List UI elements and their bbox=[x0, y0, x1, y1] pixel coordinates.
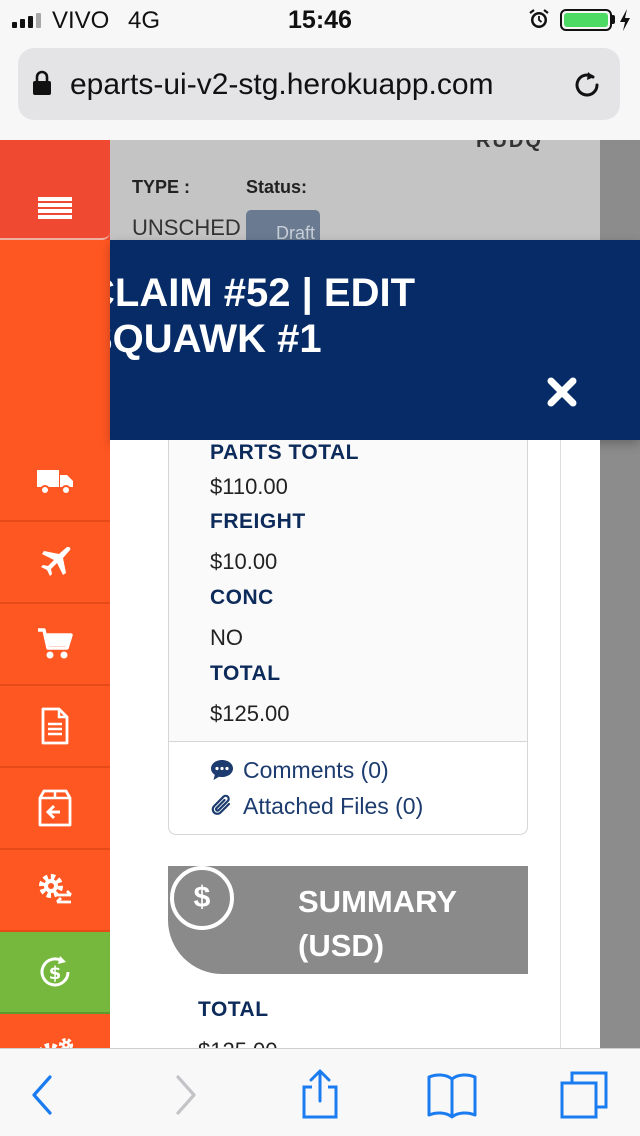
sidebar-item-settings[interactable] bbox=[0, 1014, 110, 1048]
total-value: $125.00 bbox=[210, 701, 290, 726]
bookmarks-button[interactable] bbox=[424, 1067, 480, 1123]
return-box-icon bbox=[38, 789, 72, 827]
freight-value: $10.00 bbox=[210, 549, 278, 574]
modal-title-line-1: CLAIM #52 | EDIT bbox=[110, 271, 416, 315]
svg-text:$: $ bbox=[49, 963, 62, 984]
truck-icon bbox=[37, 470, 73, 495]
url-text[interactable]: eparts-ui-v2-stg.herokuapp.com bbox=[70, 68, 564, 102]
web-page: RUDQ TYPE : Status: UNSCHED Draft $ CLAI… bbox=[0, 140, 640, 1048]
back-button[interactable] bbox=[16, 1067, 72, 1123]
modal-scroll-edge bbox=[560, 440, 600, 1048]
modal-title-line-2: SQUAWK #1 bbox=[110, 317, 322, 361]
sidebar-item-documents[interactable] bbox=[0, 686, 110, 768]
background-cut-text: RUDQ bbox=[476, 140, 543, 152]
sidebar-item-cart[interactable] bbox=[0, 604, 110, 686]
modal-header: CLAIM #52 | EDIT SQUAWK #1 bbox=[110, 240, 640, 440]
bookmarks-icon bbox=[427, 1073, 477, 1119]
gear-exchange-icon bbox=[39, 874, 72, 904]
document-icon bbox=[41, 707, 69, 745]
type-value: UNSCHED bbox=[132, 215, 241, 240]
alarm-icon bbox=[529, 9, 549, 28]
forward-button[interactable] bbox=[156, 1067, 212, 1123]
sidebar-item-exchange[interactable] bbox=[0, 850, 110, 932]
comments-link[interactable]: Comments (0) bbox=[209, 756, 389, 784]
sidebar-menu-button[interactable] bbox=[0, 180, 110, 240]
tabs-button[interactable] bbox=[556, 1067, 612, 1123]
charging-bolt-icon bbox=[620, 9, 630, 31]
dollar-refresh-icon: $ bbox=[40, 956, 70, 987]
lock-icon bbox=[33, 70, 51, 95]
summary-section-header: $ SUMMARY (USD) bbox=[168, 866, 528, 974]
dollar-icon: $ bbox=[170, 866, 234, 930]
comment-icon bbox=[211, 760, 233, 780]
sidebar: $ bbox=[0, 140, 110, 1048]
battery-icon bbox=[560, 9, 612, 31]
conc-value: NO bbox=[210, 625, 243, 650]
paperclip-icon bbox=[211, 794, 231, 815]
card-footer: Comments (0) Attached Files (0) bbox=[169, 742, 527, 834]
sidebar-item-claims[interactable]: $ bbox=[0, 932, 110, 1014]
freight-label: FREIGHT bbox=[210, 510, 306, 533]
share-button[interactable] bbox=[292, 1067, 348, 1123]
type-label: TYPE : bbox=[132, 177, 191, 197]
share-icon bbox=[302, 1069, 338, 1119]
sidebar-top bbox=[0, 140, 110, 180]
address-bar[interactable]: eparts-ui-v2-stg.herokuapp.com bbox=[18, 48, 620, 120]
battery-tip bbox=[612, 15, 615, 24]
summary-title-line-1: SUMMARY bbox=[298, 884, 458, 919]
conc-label: CONC bbox=[210, 586, 274, 609]
totals-list: PARTS TOTAL $110.00 FREIGHT $10.00 CONC … bbox=[169, 440, 527, 741]
back-icon bbox=[32, 1075, 52, 1115]
comments-label: Comments (0) bbox=[243, 756, 389, 783]
close-icon[interactable] bbox=[542, 372, 582, 412]
airplane-icon bbox=[41, 547, 71, 576]
tabs-icon bbox=[560, 1071, 608, 1119]
parts-total-value: $110.00 bbox=[210, 474, 288, 499]
total-label: TOTAL bbox=[210, 662, 281, 685]
status-label: Status: bbox=[246, 177, 308, 197]
summary-title-line-2: (USD) bbox=[298, 928, 385, 963]
parts-total-label: PARTS TOTAL bbox=[210, 441, 359, 464]
forward-icon bbox=[176, 1075, 196, 1115]
squawk-totals-card: PARTS TOTAL $110.00 FREIGHT $10.00 CONC … bbox=[168, 440, 528, 835]
summary-total-label: TOTAL bbox=[198, 998, 269, 1021]
attached-files-label: Attached Files (0) bbox=[243, 792, 424, 819]
shopping-cart-icon bbox=[38, 628, 73, 659]
menu-icon bbox=[38, 197, 72, 219]
summary-total-value: $125.00 bbox=[198, 1038, 278, 1048]
sidebar-item-returns[interactable] bbox=[0, 768, 110, 850]
reload-icon[interactable] bbox=[570, 68, 604, 102]
modal-title: CLAIM #52 | EDIT SQUAWK #1 bbox=[110, 270, 640, 362]
summary-title: SUMMARY (USD) bbox=[298, 880, 518, 968]
attached-files-link[interactable]: Attached Files (0) bbox=[209, 792, 423, 820]
status-bar: VIVO 4G 15:46 bbox=[0, 0, 640, 40]
browser-toolbar bbox=[0, 1048, 640, 1136]
gears-icon bbox=[39, 1038, 73, 1048]
modal-body: PARTS TOTAL $110.00 FREIGHT $10.00 CONC … bbox=[110, 440, 560, 1048]
sidebar-item-truck[interactable] bbox=[0, 440, 110, 522]
sidebar-item-flights[interactable] bbox=[0, 522, 110, 604]
